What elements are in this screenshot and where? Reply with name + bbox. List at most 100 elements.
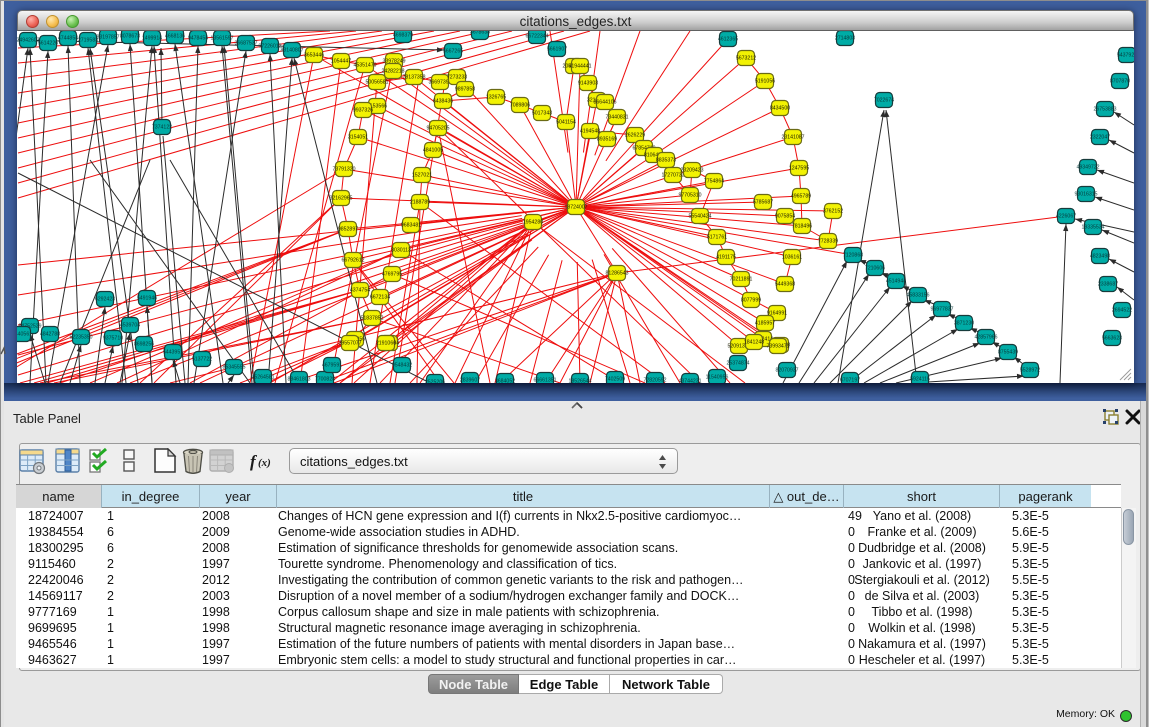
svg-text:83140807: 83140807 xyxy=(280,48,303,54)
svg-text:26753883: 26753883 xyxy=(1093,107,1116,113)
svg-text:7374122: 7374122 xyxy=(152,125,172,131)
svg-text:1036161: 1036161 xyxy=(782,255,802,261)
svg-text:45264581: 45264581 xyxy=(251,375,274,381)
svg-text:9478454: 9478454 xyxy=(188,36,208,42)
svg-text:8935169: 8935169 xyxy=(597,137,617,143)
svg-text:4679591: 4679591 xyxy=(322,363,342,369)
svg-text:5667265: 5667265 xyxy=(443,49,463,55)
svg-text:4612365: 4612365 xyxy=(718,37,738,43)
svg-text:24282218: 24282218 xyxy=(381,69,404,75)
svg-text:3030113: 3030113 xyxy=(391,248,411,254)
svg-text:6672134: 6672134 xyxy=(370,295,390,301)
svg-text:4194548: 4194548 xyxy=(580,129,600,135)
svg-text:93016315: 93016315 xyxy=(1074,192,1097,198)
svg-text:36687537: 36687537 xyxy=(234,41,257,47)
svg-text:81286543: 81286543 xyxy=(605,271,628,277)
svg-text:2191066: 2191066 xyxy=(376,341,396,347)
svg-text:9937326: 9937326 xyxy=(353,108,373,114)
svg-text:86644106: 86644106 xyxy=(593,100,616,106)
svg-text:88461803: 88461803 xyxy=(287,377,310,383)
svg-text:7700828: 7700828 xyxy=(315,377,335,383)
svg-text:9143903: 9143903 xyxy=(578,81,598,87)
svg-text:97226012: 97226012 xyxy=(258,44,281,50)
svg-text:8707870: 8707870 xyxy=(1110,79,1130,85)
svg-text:4374754: 4374754 xyxy=(350,288,370,294)
svg-text:9375710: 9375710 xyxy=(103,336,123,342)
svg-text:5137722: 5137722 xyxy=(192,357,212,363)
svg-text:73791320: 73791320 xyxy=(332,167,355,173)
svg-text:8434500: 8434500 xyxy=(770,106,790,112)
svg-text:18526544: 18526544 xyxy=(568,379,591,384)
svg-text:72820592: 72820592 xyxy=(643,378,666,384)
svg-text:4668136: 4668136 xyxy=(165,34,185,40)
svg-text:32162965: 32162965 xyxy=(329,196,352,202)
svg-text:8077999: 8077999 xyxy=(741,298,761,304)
svg-text:3678638: 3678638 xyxy=(470,31,490,36)
svg-text:8078673: 8078673 xyxy=(120,34,140,40)
svg-text:5614226: 5614226 xyxy=(38,41,58,47)
svg-text:96977837: 96977837 xyxy=(930,307,953,313)
svg-text:2714803: 2714803 xyxy=(835,36,855,42)
svg-text:4823498: 4823498 xyxy=(1090,254,1110,260)
svg-text:51837852: 51837852 xyxy=(360,316,383,322)
svg-text:97705310: 97705310 xyxy=(678,193,701,199)
svg-text:8755439: 8755439 xyxy=(998,350,1018,356)
svg-text:5663623: 5663623 xyxy=(1102,336,1122,342)
svg-text:7402509: 7402509 xyxy=(605,377,625,383)
svg-text:25374874: 25374874 xyxy=(726,361,749,367)
svg-text:49349722: 49349722 xyxy=(1076,165,1099,171)
svg-text:5041154: 5041154 xyxy=(556,120,576,126)
svg-text:7089806: 7089806 xyxy=(510,103,530,109)
svg-text:1326765: 1326765 xyxy=(486,95,506,101)
svg-text:4185957: 4185957 xyxy=(755,321,775,327)
svg-text:5785687: 5785687 xyxy=(753,200,773,206)
svg-text:83197857: 83197857 xyxy=(96,35,119,41)
svg-text:70211891: 70211891 xyxy=(730,277,753,283)
svg-text:11540956: 11540956 xyxy=(706,375,729,381)
svg-text:4842788: 4842788 xyxy=(40,332,60,338)
svg-text:66792612: 66792612 xyxy=(341,258,364,264)
svg-text:5528972: 5528972 xyxy=(1020,368,1040,374)
svg-text:7120868: 7120868 xyxy=(843,253,863,259)
svg-text:1054447: 1054447 xyxy=(331,59,351,65)
svg-text:9852897: 9852897 xyxy=(338,227,358,233)
svg-text:19335534: 19335534 xyxy=(1081,225,1104,231)
svg-text:13561597: 13561597 xyxy=(210,36,233,42)
svg-text:3871230: 3871230 xyxy=(954,321,974,327)
svg-text:4744854: 4744854 xyxy=(58,36,78,42)
svg-text:2322047: 2322047 xyxy=(1090,135,1110,141)
svg-text:(x): (x) xyxy=(258,457,271,469)
svg-text:41944441: 41944441 xyxy=(568,64,591,70)
svg-text:3154051: 3154051 xyxy=(348,135,368,141)
svg-text:3684052: 3684052 xyxy=(495,379,515,384)
svg-text:73440831: 73440831 xyxy=(605,115,628,121)
svg-text:2839607: 2839607 xyxy=(460,378,480,384)
svg-text:9683481: 9683481 xyxy=(401,223,421,229)
svg-text:2626229: 2626229 xyxy=(625,133,645,139)
svg-text:f: f xyxy=(250,452,258,471)
svg-text:45351479: 45351479 xyxy=(353,63,376,69)
svg-text:5924115: 5924115 xyxy=(910,377,930,383)
svg-text:3762152: 3762152 xyxy=(823,209,843,215)
svg-text:9897858: 9897858 xyxy=(455,87,475,93)
svg-text:8698256: 8698256 xyxy=(134,342,154,348)
svg-text:9548432: 9548432 xyxy=(392,363,412,369)
svg-text:4841005: 4841005 xyxy=(423,148,443,154)
svg-text:42857966: 42857966 xyxy=(974,335,997,341)
svg-text:1841248: 1841248 xyxy=(744,340,764,346)
svg-text:39557077: 39557077 xyxy=(338,341,361,347)
svg-text:5449368: 5449368 xyxy=(775,282,795,288)
svg-text:24942603: 24942603 xyxy=(17,38,40,44)
svg-text:43744231: 43744231 xyxy=(678,379,701,384)
svg-text:85345555: 85345555 xyxy=(222,365,245,371)
svg-text:4226067: 4226067 xyxy=(1056,214,1076,220)
svg-text:3653446: 3653446 xyxy=(304,53,324,59)
svg-text:2719583: 2719583 xyxy=(78,38,98,44)
svg-text:4769795: 4769795 xyxy=(382,272,402,278)
svg-text:73993471: 73993471 xyxy=(766,344,789,350)
svg-text:4191175: 4191175 xyxy=(716,255,736,261)
svg-text:23209423: 23209423 xyxy=(680,168,703,174)
svg-text:5437923: 5437923 xyxy=(1117,53,1134,59)
svg-text:6438436: 6438436 xyxy=(433,99,453,105)
svg-text:1499914: 1499914 xyxy=(142,36,162,42)
